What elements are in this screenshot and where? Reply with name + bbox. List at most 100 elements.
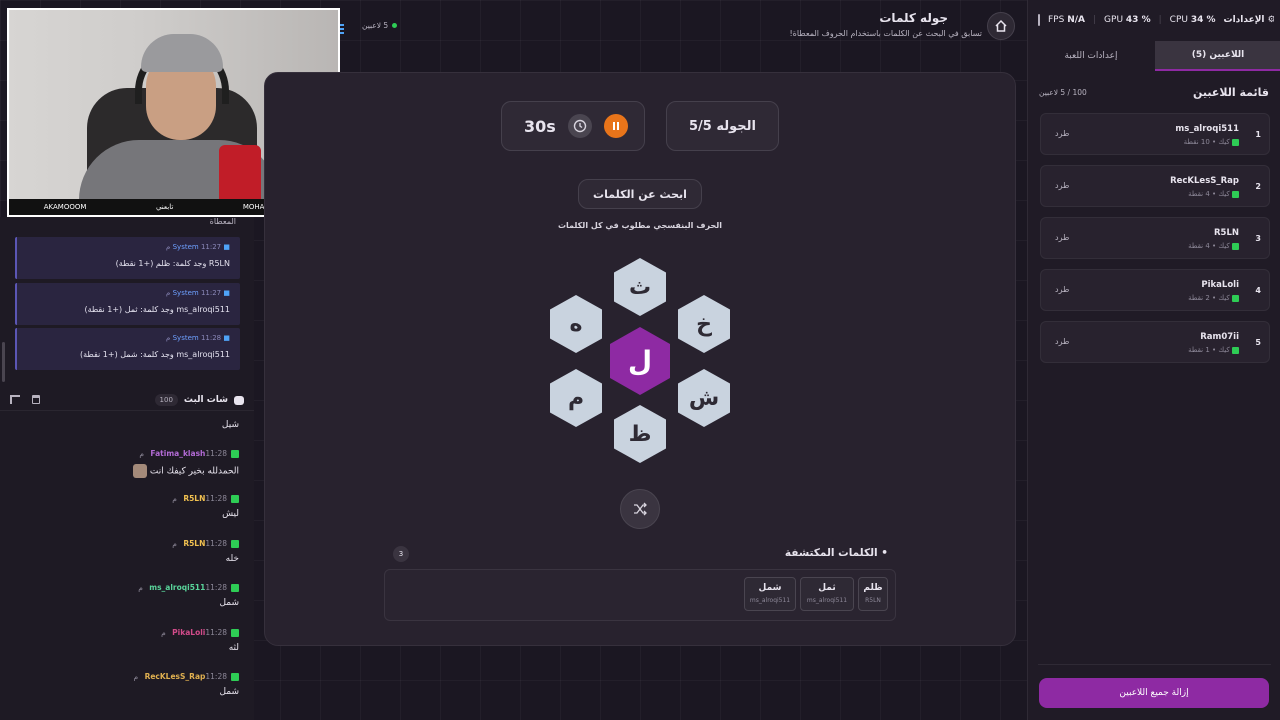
kick-badge-icon	[231, 629, 239, 637]
pause-icon	[612, 122, 619, 130]
player-name: ms_alroqi511	[1175, 124, 1239, 134]
player-meta: كيك • 10 نقطة	[1184, 138, 1239, 146]
shield-icon: ■	[223, 289, 230, 297]
system-message: ■ System 11:28 م ms_alroqi511 وجد كلمة: …	[15, 328, 240, 370]
chat-username: R5LN	[183, 539, 206, 548]
player-name: PikaLoli	[1201, 280, 1239, 290]
found-word-card: ظلم R5LN	[858, 577, 888, 611]
chat-username: PikaLoli	[172, 628, 206, 637]
webcam-social-mid: تابعني	[155, 203, 174, 211]
chat-message: RecKLesS_Rap11:28 م شمل	[134, 672, 239, 697]
kick-button[interactable]: طرد	[1055, 233, 1069, 242]
chat-message: R5LN11:28 م ليش	[172, 494, 239, 519]
player-rank: 4	[1255, 286, 1261, 295]
kick-badge-icon	[1232, 190, 1239, 198]
remove-all-players-button[interactable]: إزالة جميع اللاعبين	[1039, 678, 1269, 708]
cpu-value: 34 %	[1190, 15, 1216, 25]
chat-title: شات البث 100	[154, 394, 244, 406]
system-name: System	[172, 289, 199, 297]
stats-bar: FPS N/A | GPU 43 % | CPU 34 % الإعدادات …	[1038, 12, 1274, 28]
emote-icon	[133, 464, 148, 478]
shield-icon: ■	[223, 334, 230, 342]
player-row: 5 Ram07ii كيك • 1 نقطة طرد	[1040, 321, 1270, 363]
tab-players-label: اللاعبين (5)	[1191, 50, 1245, 60]
chat-username: Fatima_klash	[150, 449, 206, 458]
remove-all-label: إزالة جميع اللاعبين	[1119, 688, 1189, 698]
player-platform: كيك	[1218, 242, 1230, 250]
online-dot-icon	[392, 23, 398, 28]
player-row: 4 PikaLoli كيك • 2 نقطة طرد	[1040, 269, 1270, 311]
webcam-social-left: AKAMOOOM	[43, 203, 87, 211]
pause-button[interactable]	[603, 114, 628, 138]
gpu-value: 43 %	[1125, 15, 1151, 25]
kick-badge-icon	[231, 450, 239, 458]
scrollbar[interactable]	[2, 342, 5, 382]
find-words-label: ابحث عن الكلمات	[578, 179, 702, 209]
tab-settings[interactable]: إعدادات اللعبة	[1028, 41, 1154, 71]
found-words-title: • الكلمات المكتشفة	[785, 547, 888, 559]
home-icon	[995, 19, 1007, 32]
player-name: R5LN	[1214, 228, 1239, 238]
player-meta: كيك • 4 نقطة	[1188, 242, 1239, 250]
clock-icon	[567, 114, 592, 138]
round-indicator: الجوله 5/5	[666, 101, 779, 151]
tab-players[interactable]: اللاعبين (5)	[1155, 41, 1280, 71]
system-text: ms_alroqi511 وجد كلمة: شمل (+1 نقطة)	[79, 350, 230, 359]
kick-badge-icon	[231, 540, 239, 548]
found-word-by: R5LN	[865, 597, 881, 604]
left-chat-panel: المعطاة ■ System 11:27 م R5LN وجد كلمة: …	[0, 217, 254, 720]
right-panel: FPS N/A | GPU 43 % | CPU 34 % الإعدادات …	[1027, 0, 1280, 720]
found-word: ثمل	[818, 583, 836, 593]
fps-label: FPS	[1048, 15, 1065, 25]
trash-icon[interactable]	[32, 395, 40, 404]
chat-message: Fatima_klash11:28 م الحمدلله بخير كيفك ا…	[133, 449, 239, 478]
player-meta: كيك • 2 نقطة	[1188, 294, 1239, 302]
chat-message: R5LN11:28 م خله	[172, 539, 239, 564]
chat-settings-icon[interactable]	[10, 395, 20, 404]
kick-button[interactable]: طرد	[1055, 129, 1069, 138]
player-points: 4 نقطة	[1188, 242, 1210, 250]
chat-message-text: شيل	[221, 420, 239, 430]
home-button[interactable]	[987, 12, 1015, 40]
chat-message-text: خله	[225, 554, 239, 564]
kick-button[interactable]: طرد	[1055, 285, 1069, 294]
kick-button[interactable]: طرد	[1055, 181, 1069, 190]
fps-value: N/A	[1067, 15, 1085, 25]
player-list-title: قائمة اللاعبين	[1193, 86, 1269, 99]
system-message: ■ System 11:27 م ms_alroqi511 وجد كلمة: …	[15, 283, 240, 325]
chat-message-body: الحمدلله بخير كيفك انت	[149, 466, 239, 477]
chat-message: ms_alroqi51111:28 م شمل	[138, 583, 239, 608]
player-platform: كيك	[1218, 346, 1230, 354]
player-rank: 2	[1255, 182, 1261, 191]
kick-badge-icon	[231, 495, 239, 503]
kick-badge-icon	[231, 673, 239, 681]
timer-text: 30s	[524, 116, 556, 136]
player-name: RecKLesS_Rap	[1170, 176, 1239, 186]
player-platform: كيك	[1218, 294, 1230, 302]
shuffle-button[interactable]	[620, 489, 660, 529]
collapse-icon[interactable]	[1038, 14, 1040, 26]
gear-icon: ⚙	[1267, 15, 1274, 25]
player-meta: كيك • 4 نقطة	[1188, 190, 1239, 198]
player-row: 3 R5LN كيك • 4 نقطة طرد	[1040, 217, 1270, 259]
settings-label: الإعدادات	[1223, 15, 1265, 25]
tab-settings-label: إعدادات اللعبة	[1064, 51, 1118, 61]
player-name: Ram07ii	[1200, 332, 1239, 342]
player-points: 1 نقطة	[1188, 346, 1210, 354]
kick-badge-icon	[1232, 138, 1239, 146]
round-label: الجوله 5/5	[689, 118, 756, 134]
chat-message-text: شمل	[219, 598, 239, 608]
chat-message-text: شمل	[219, 687, 239, 697]
player-rank: 3	[1255, 234, 1261, 243]
found-word-by: ms_alroqi511	[749, 597, 791, 604]
chat-header: شات البث 100	[0, 389, 254, 411]
system-message: ■ System 11:27 م R5LN وجد كلمة: ظلم (+1 …	[15, 237, 240, 279]
found-word-by: ms_alroqi511	[806, 597, 848, 604]
kick-button[interactable]: طرد	[1055, 337, 1069, 346]
system-name: System	[172, 243, 199, 251]
player-platform: كيك	[1218, 190, 1230, 198]
settings-link[interactable]: الإعدادات ⚙	[1224, 15, 1274, 25]
player-capacity: 100 / 5 لاعبين	[1039, 88, 1087, 97]
system-text: ms_alroqi511 وجد كلمة: ثمل (+1 نقطة)	[84, 305, 230, 314]
chat-message-text: الحمدلله بخير كيفك انت	[133, 464, 239, 478]
